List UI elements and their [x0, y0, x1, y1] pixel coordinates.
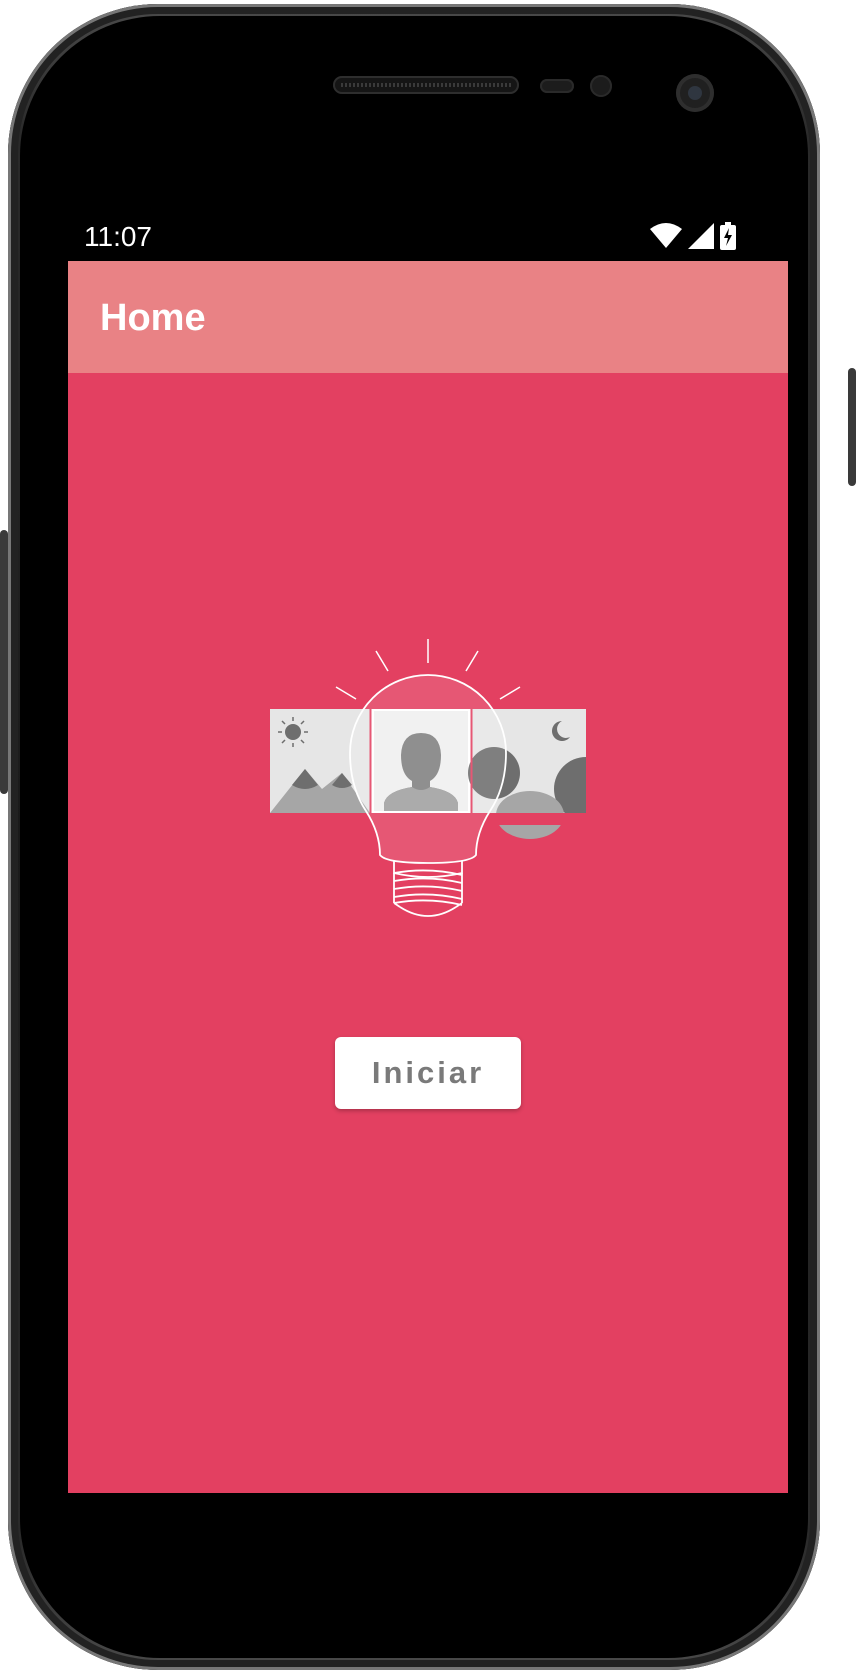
battery-charging-icon — [720, 222, 736, 250]
earpiece-speaker — [333, 76, 519, 94]
power-button — [848, 368, 856, 486]
volume-button — [0, 530, 8, 794]
app-bar: Home — [68, 261, 788, 373]
wifi-icon — [650, 223, 682, 248]
status-time: 11:07 — [84, 221, 152, 252]
status-icons — [650, 221, 736, 251]
proximity-sensor — [540, 79, 574, 93]
front-camera — [676, 74, 714, 112]
lightbulb-illustration — [270, 639, 586, 917]
light-sensor — [590, 75, 612, 97]
start-button[interactable]: Iniciar — [335, 1037, 521, 1109]
cell-signal-icon — [688, 223, 714, 249]
status-bar: 11:07 — [68, 211, 788, 261]
device-screen: 11:07 Home Iniciar — [68, 211, 788, 1493]
lightbulb-outline-icon — [349, 674, 507, 917]
page-title: Home — [100, 297, 206, 339]
